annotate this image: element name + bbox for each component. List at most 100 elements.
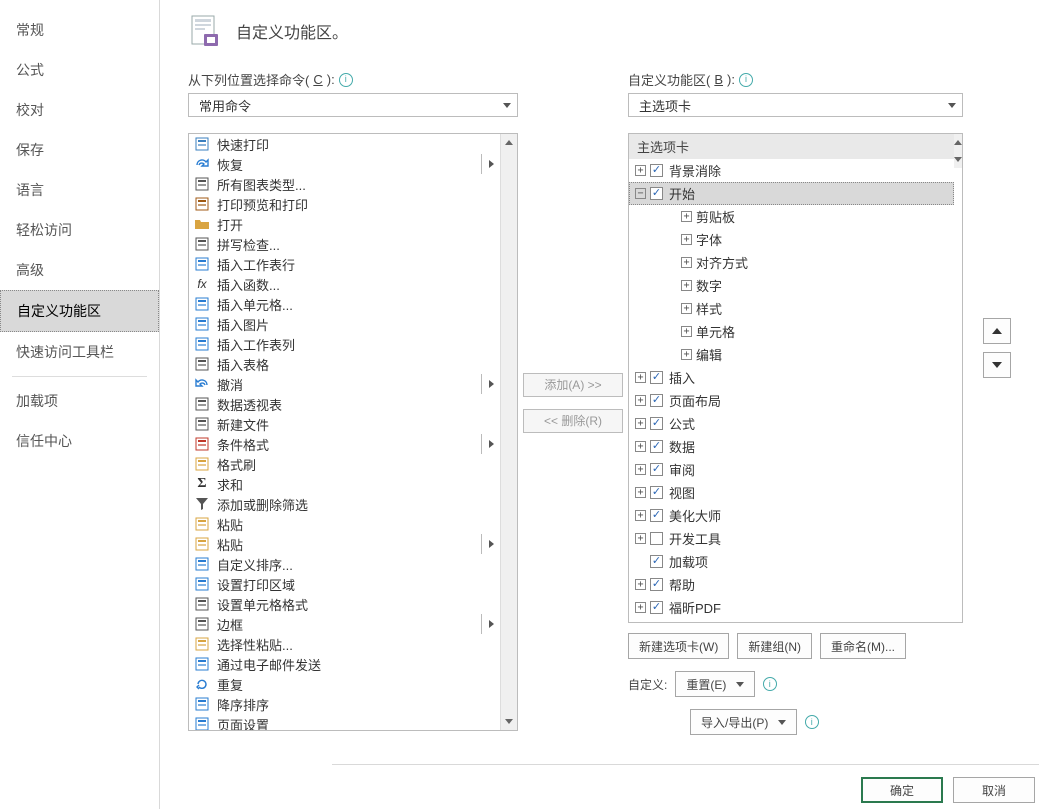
command-item[interactable]: 格式刷 xyxy=(189,454,500,474)
expand-toggle[interactable]: + xyxy=(635,487,646,498)
commands-scrollbar[interactable] xyxy=(500,134,517,730)
info-icon[interactable]: i xyxy=(739,73,753,87)
import-export-dropdown[interactable]: 导入/导出(P) xyxy=(690,709,797,735)
checkbox[interactable] xyxy=(650,509,663,522)
tree-child-item[interactable]: +剪贴板 xyxy=(629,205,954,228)
command-item[interactable]: 添加或删除筛选 xyxy=(189,494,500,514)
scroll-up-button[interactable] xyxy=(501,134,517,151)
expand-toggle[interactable]: + xyxy=(635,464,646,475)
expand-toggle[interactable]: + xyxy=(635,395,646,406)
sidebar-item[interactable]: 高级 xyxy=(0,250,159,290)
expand-toggle[interactable]: − xyxy=(635,188,646,199)
tree-child-item[interactable]: +字体 xyxy=(629,228,954,251)
command-item[interactable]: 数据透视表 xyxy=(189,394,500,414)
info-icon[interactable]: i xyxy=(763,677,777,691)
sidebar-item[interactable]: 快速访问工具栏 xyxy=(0,332,159,372)
expand-toggle[interactable]: + xyxy=(635,441,646,452)
checkbox[interactable] xyxy=(650,440,663,453)
sidebar-item[interactable]: 自定义功能区 xyxy=(0,290,159,332)
tree-child-item[interactable]: +编辑 xyxy=(629,343,954,366)
command-item[interactable]: 设置单元格格式 xyxy=(189,594,500,614)
sidebar-item[interactable]: 信任中心 xyxy=(0,421,159,461)
tree-scrollbar[interactable] xyxy=(954,134,962,622)
checkbox[interactable] xyxy=(650,417,663,430)
ok-button[interactable]: 确定 xyxy=(861,777,943,803)
command-item[interactable]: 页面设置 xyxy=(189,714,500,730)
tree-item[interactable]: +视图 xyxy=(629,481,954,504)
command-item[interactable]: 自定义排序... xyxy=(189,554,500,574)
tree-item[interactable]: +美化大师 xyxy=(629,504,954,527)
command-item[interactable]: 重复 xyxy=(189,674,500,694)
expand-toggle[interactable]: + xyxy=(635,533,646,544)
tree-item[interactable]: +帮助 xyxy=(629,573,954,596)
checkbox[interactable] xyxy=(650,578,663,591)
command-item[interactable]: 新建文件 xyxy=(189,414,500,434)
move-up-button[interactable] xyxy=(983,318,1011,344)
tree-item[interactable]: −开始 xyxy=(629,182,954,205)
sidebar-item[interactable]: 常规 xyxy=(0,10,159,50)
command-item[interactable]: 撤消 xyxy=(189,374,500,394)
command-item[interactable]: 所有图表类型... xyxy=(189,174,500,194)
command-item[interactable]: 快速打印 xyxy=(189,134,500,154)
commands-listbox[interactable]: 快速打印恢复所有图表类型...打印预览和打印打开拼写检查...插入工作表行fx插… xyxy=(188,133,518,731)
tree-item[interactable]: +审阅 xyxy=(629,458,954,481)
choose-commands-dropdown[interactable]: 常用命令 xyxy=(188,93,518,117)
tree-item[interactable]: +开发工具 xyxy=(629,527,954,550)
scroll-down-button[interactable] xyxy=(501,713,517,730)
checkbox[interactable] xyxy=(650,555,663,568)
command-item[interactable]: 选择性粘贴... xyxy=(189,634,500,654)
expand-toggle[interactable]: + xyxy=(635,579,646,590)
expand-toggle[interactable]: + xyxy=(635,602,646,613)
command-item[interactable]: 插入表格 xyxy=(189,354,500,374)
tree-item[interactable]: +插入 xyxy=(629,366,954,389)
checkbox[interactable] xyxy=(650,532,663,545)
expand-toggle[interactable]: + xyxy=(681,280,692,291)
checkbox[interactable] xyxy=(650,164,663,177)
command-item[interactable]: 粘贴 xyxy=(189,514,500,534)
expand-toggle[interactable]: + xyxy=(635,418,646,429)
scroll-down-button[interactable] xyxy=(954,151,962,168)
expand-toggle[interactable]: + xyxy=(681,257,692,268)
command-item[interactable]: 插入工作表列 xyxy=(189,334,500,354)
command-item[interactable]: 降序排序 xyxy=(189,694,500,714)
checkbox[interactable] xyxy=(650,394,663,407)
sidebar-item[interactable]: 语言 xyxy=(0,170,159,210)
scroll-up-button[interactable] xyxy=(954,134,962,151)
info-icon[interactable]: i xyxy=(805,715,819,729)
expand-toggle[interactable]: + xyxy=(681,234,692,245)
tree-child-item[interactable]: +样式 xyxy=(629,297,954,320)
tree-child-item[interactable]: +数字 xyxy=(629,274,954,297)
cancel-button[interactable]: 取消 xyxy=(953,777,1035,803)
checkbox[interactable] xyxy=(650,463,663,476)
command-item[interactable]: 恢复 xyxy=(189,154,500,174)
tree-item[interactable]: +公式 xyxy=(629,412,954,435)
command-item[interactable]: 插入图片 xyxy=(189,314,500,334)
expand-toggle[interactable]: + xyxy=(635,165,646,176)
ribbon-treebox[interactable]: 主选项卡 +背景消除−开始+剪贴板+字体+对齐方式+数字+样式+单元格+编辑+插… xyxy=(628,133,963,623)
tree-item[interactable]: +页面布局 xyxy=(629,389,954,412)
reset-dropdown[interactable]: 重置(E) xyxy=(675,671,754,697)
sidebar-item[interactable]: 校对 xyxy=(0,90,159,130)
sidebar-item[interactable]: 轻松访问 xyxy=(0,210,159,250)
customize-ribbon-dropdown[interactable]: 主选项卡 xyxy=(628,93,963,117)
tree-item[interactable]: +福昕PDF xyxy=(629,596,954,619)
expand-toggle[interactable]: + xyxy=(681,326,692,337)
command-item[interactable]: 条件格式 xyxy=(189,434,500,454)
move-down-button[interactable] xyxy=(983,352,1011,378)
command-item[interactable]: 拼写检查... xyxy=(189,234,500,254)
expand-toggle[interactable]: + xyxy=(635,510,646,521)
command-item[interactable]: Σ求和 xyxy=(189,474,500,494)
expand-toggle[interactable]: + xyxy=(681,211,692,222)
tree-child-item[interactable]: +单元格 xyxy=(629,320,954,343)
checkbox[interactable] xyxy=(650,187,663,200)
tree-child-item[interactable]: +对齐方式 xyxy=(629,251,954,274)
info-icon[interactable]: i xyxy=(339,73,353,87)
sidebar-item[interactable]: 加载项 xyxy=(0,381,159,421)
command-item[interactable]: 边框 xyxy=(189,614,500,634)
command-item[interactable]: fx插入函数... xyxy=(189,274,500,294)
expand-toggle[interactable]: + xyxy=(681,303,692,314)
command-item[interactable]: 粘贴 xyxy=(189,534,500,554)
command-item[interactable]: 插入工作表行 xyxy=(189,254,500,274)
new-tab-button[interactable]: 新建选项卡(W) xyxy=(628,633,729,659)
command-item[interactable]: 设置打印区域 xyxy=(189,574,500,594)
